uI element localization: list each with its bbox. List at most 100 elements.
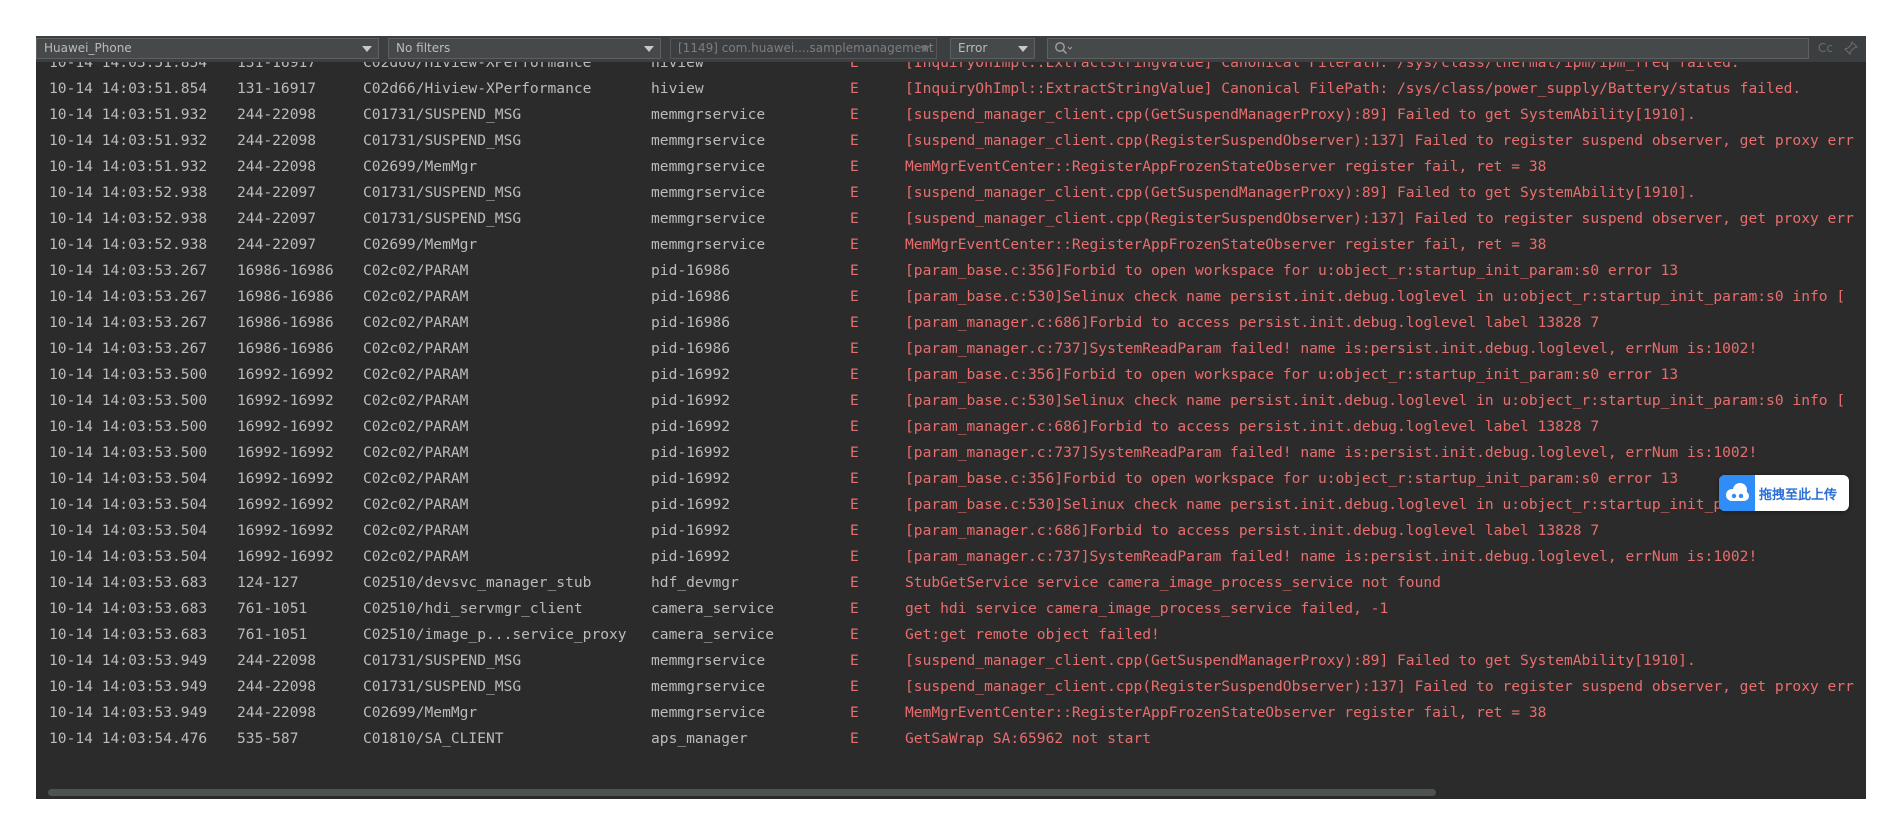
- log-process: pid-16992: [651, 444, 731, 461]
- log-pid: 16992-16992: [237, 444, 334, 461]
- log-level: E: [850, 574, 859, 591]
- log-process: memmgrservice: [651, 132, 766, 149]
- horizontal-scrollbar[interactable]: [36, 785, 1866, 799]
- log-pid: 244-22098: [237, 704, 317, 721]
- log-process: pid-16992: [651, 548, 731, 565]
- log-timestamp: 10-14 14:03:53.500: [49, 392, 208, 409]
- log-timestamp: 10-14 14:03:53.504: [49, 470, 208, 487]
- log-message: GetSaWrap SA:65962 not start: [905, 730, 1152, 747]
- log-tag: C02c02/PARAM: [363, 496, 469, 513]
- log-level: E: [850, 730, 859, 747]
- log-message: [param_base.c:530]Selinux check name per…: [905, 496, 1846, 513]
- log-level: E: [850, 366, 859, 383]
- log-timestamp: 10-14 14:03:53.267: [49, 288, 208, 305]
- log-message: [param_base.c:356]Forbid to open workspa…: [905, 366, 1679, 383]
- log-process: pid-16992: [651, 366, 731, 383]
- log-level: E: [850, 80, 859, 97]
- search-input[interactable]: [1076, 40, 1804, 59]
- process-dropdown[interactable]: [1149] com.huawei....samplemanagement: [670, 38, 937, 59]
- log-level: E: [850, 62, 859, 71]
- log-process: memmgrservice: [651, 184, 766, 201]
- log-process: memmgrservice: [651, 652, 766, 669]
- log-tag: C02c02/PARAM: [363, 366, 469, 383]
- log-message: [param_base.c:530]Selinux check name per…: [905, 392, 1846, 409]
- log-level: E: [850, 522, 859, 539]
- log-pid: 16992-16992: [237, 548, 334, 565]
- log-process: memmgrservice: [651, 158, 766, 175]
- log-timestamp: 10-14 14:03:53.504: [49, 548, 208, 565]
- log-list[interactable]: 10-14 14:03:51.854 131-16917 C02d66/Hiview…: [36, 62, 1866, 785]
- log-tag: C02699/MemMgr: [363, 704, 478, 721]
- log-message: [suspend_manager_client.cpp(RegisterSusp…: [905, 678, 1854, 695]
- device-dropdown[interactable]: Huawei_Phone: [36, 38, 379, 59]
- pin-icon[interactable]: [1844, 41, 1858, 55]
- log-tag: C02d66/Hiview-XPerformance: [363, 62, 592, 71]
- search-icon: [1055, 42, 1073, 55]
- log-process: camera_service: [651, 600, 775, 617]
- log-message: StubGetService service camera_image_proc…: [905, 574, 1441, 591]
- log-level: E: [850, 444, 859, 461]
- log-level: E: [850, 600, 859, 617]
- log-process: pid-16992: [651, 392, 731, 409]
- log-level: E: [850, 626, 859, 643]
- log-level: E: [850, 236, 859, 253]
- log-timestamp: 10-14 14:03:53.267: [49, 314, 208, 331]
- log-process: camera_service: [651, 626, 775, 643]
- log-pid: 16992-16992: [237, 470, 334, 487]
- log-pid: 16986-16986: [237, 314, 334, 331]
- log-level: E: [850, 262, 859, 279]
- log-tag: C01731/SUSPEND_MSG: [363, 210, 522, 227]
- log-process: pid-16992: [651, 418, 731, 435]
- log-level: E: [850, 496, 859, 513]
- log-timestamp: 10-14 14:03:53.504: [49, 496, 208, 513]
- log-tag: C02699/MemMgr: [363, 236, 478, 253]
- log-tag: C02c02/PARAM: [363, 340, 469, 357]
- log-tag: C02c02/PARAM: [363, 262, 469, 279]
- log-pid: 16992-16992: [237, 366, 334, 383]
- log-process: pid-16992: [651, 522, 731, 539]
- log-tag: C02510/image_p...service_proxy: [363, 626, 627, 643]
- log-pid: 244-22098: [237, 678, 317, 695]
- log-timestamp: 10-14 14:03:54.476: [49, 730, 208, 747]
- log-tag: C02c02/PARAM: [363, 392, 469, 409]
- cloud-upload-icon: [1719, 475, 1755, 511]
- horizontal-scrollbar-thumb[interactable]: [48, 789, 1436, 796]
- log-message: [suspend_manager_client.cpp(RegisterSusp…: [905, 132, 1854, 149]
- log-level: E: [850, 704, 859, 721]
- log-message: [suspend_manager_client.cpp(GetSuspendMa…: [905, 184, 1696, 201]
- log-pid: 16992-16992: [237, 418, 334, 435]
- log-level: E: [850, 678, 859, 695]
- log-timestamp: 10-14 14:03:53.683: [49, 574, 208, 591]
- log-level: E: [850, 548, 859, 565]
- log-process: hiview: [651, 62, 704, 71]
- log-level-dropdown[interactable]: Error: [950, 38, 1035, 59]
- log-message: get hdi service camera_image_process_ser…: [905, 600, 1389, 617]
- log-message: [param_manager.c:686]Forbid to access pe…: [905, 314, 1600, 331]
- log-message: [param_manager.c:737]SystemReadParam fai…: [905, 548, 1758, 565]
- chevron-down-icon: [920, 46, 930, 52]
- log-process: memmgrservice: [651, 704, 766, 721]
- filter-dropdown[interactable]: No filters: [388, 38, 661, 59]
- log-pid: 16986-16986: [237, 262, 334, 279]
- hilog-panel: Huawei_Phone No filters [1149] com.huawe…: [36, 36, 1866, 799]
- match-case-toggle[interactable]: Cc: [1818, 41, 1833, 55]
- search-field[interactable]: [1047, 38, 1809, 59]
- log-timestamp: 10-14 14:03:53.500: [49, 418, 208, 435]
- log-tag: C01731/SUSPEND_MSG: [363, 132, 522, 149]
- log-level: E: [850, 652, 859, 669]
- log-level: E: [850, 132, 859, 149]
- log-timestamp: 10-14 14:03:51.932: [49, 158, 208, 175]
- log-timestamp: 10-14 14:03:51.932: [49, 106, 208, 123]
- log-toolbar: Huawei_Phone No filters [1149] com.huawe…: [36, 36, 1866, 63]
- log-tag: C02c02/PARAM: [363, 444, 469, 461]
- log-timestamp: 10-14 14:03:53.267: [49, 262, 208, 279]
- log-level: E: [850, 314, 859, 331]
- filter-dropdown-label: No filters: [396, 41, 451, 55]
- upload-drop-badge[interactable]: 拖拽至此上传: [1719, 475, 1849, 511]
- log-timestamp: 10-14 14:03:53.949: [49, 704, 208, 721]
- log-tag: C02c02/PARAM: [363, 522, 469, 539]
- log-process: pid-16986: [651, 288, 731, 305]
- log-level: E: [850, 392, 859, 409]
- log-pid: 244-22098: [237, 158, 317, 175]
- log-pid: 16992-16992: [237, 496, 334, 513]
